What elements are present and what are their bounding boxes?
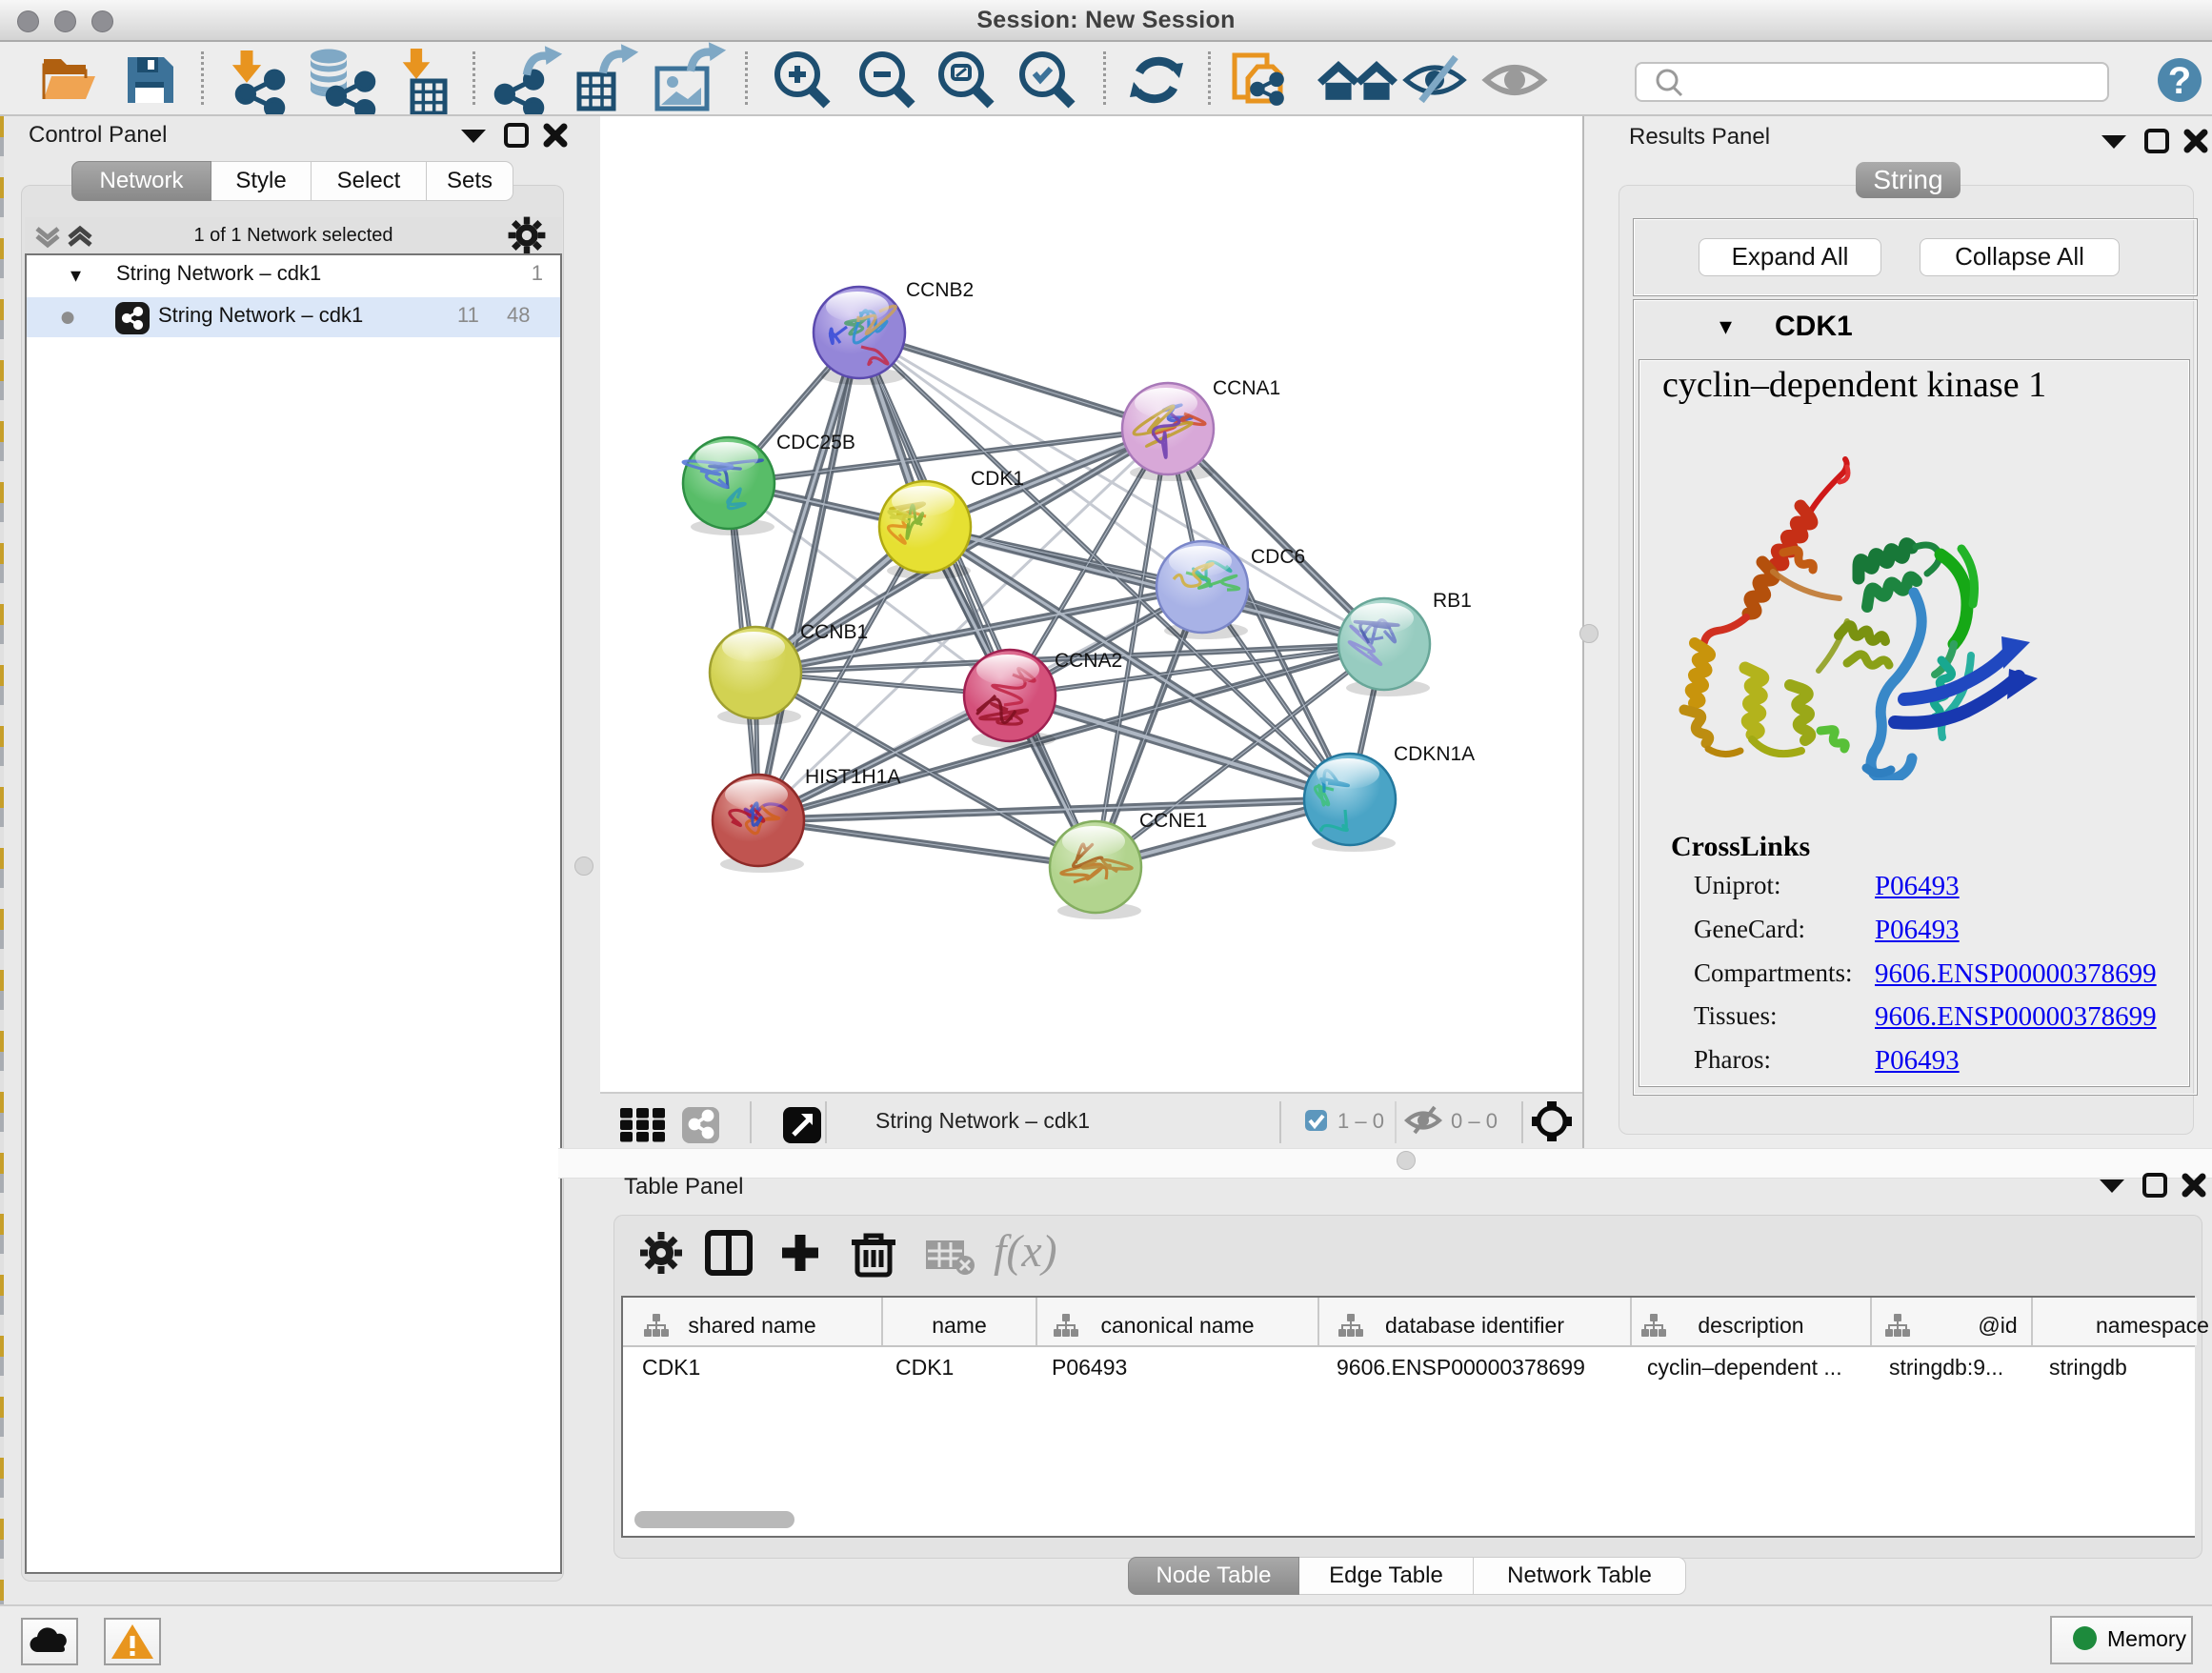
svg-text:f(x): f(x) bbox=[994, 1226, 1057, 1277]
svg-text:CCNA1: CCNA1 bbox=[1213, 377, 1280, 399]
svg-text:HIST1H1A: HIST1H1A bbox=[805, 766, 900, 788]
svg-text:CCNA2: CCNA2 bbox=[1055, 650, 1122, 672]
svg-text:CCNE1: CCNE1 bbox=[1139, 810, 1207, 832]
svg-text:CCNB2: CCNB2 bbox=[906, 279, 974, 301]
svg-text:CDKN1A: CDKN1A bbox=[1394, 743, 1475, 765]
svg-text:CDC6: CDC6 bbox=[1251, 546, 1305, 568]
svg-text:CCNB1: CCNB1 bbox=[800, 621, 868, 643]
svg-text:?: ? bbox=[2168, 60, 2191, 102]
svg-text:RB1: RB1 bbox=[1433, 590, 1472, 612]
svg-text:CDC25B: CDC25B bbox=[776, 432, 855, 454]
svg-text:CDK1: CDK1 bbox=[971, 468, 1024, 490]
